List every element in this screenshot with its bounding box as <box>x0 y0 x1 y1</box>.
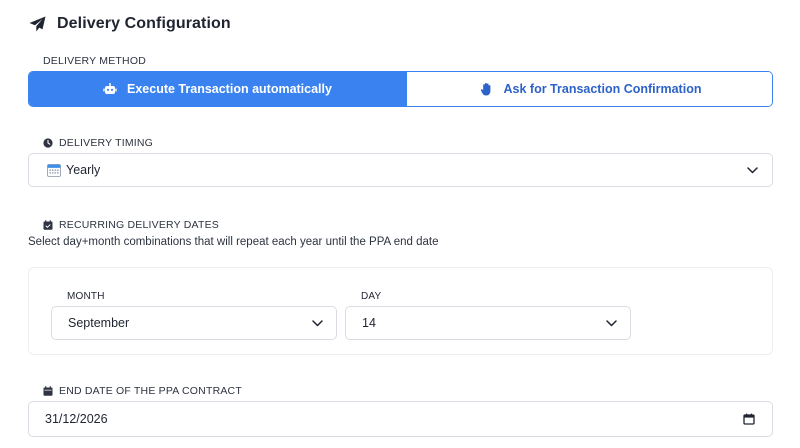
robot-icon <box>103 82 117 96</box>
recurring-dates-label: RECURRING DELIVERY DATES <box>43 219 219 231</box>
delivery-timing-label-text: DELIVERY TIMING <box>59 137 154 149</box>
chevron-down-icon <box>311 317 323 329</box>
execute-automatically-button[interactable]: Execute Transaction automatically <box>29 72 406 106</box>
hand-icon <box>480 82 494 96</box>
delivery-configuration-page: Delivery Configuration DELIVERY METHOD E… <box>0 0 800 448</box>
delivery-method-label: DELIVERY METHOD <box>43 55 146 67</box>
calendar-icon <box>43 386 53 396</box>
recurring-dates-label-text: RECURRING DELIVERY DATES <box>59 219 220 231</box>
day-select[interactable]: 14 <box>345 306 631 340</box>
execute-automatically-label: Execute Transaction automatically <box>127 82 332 96</box>
delivery-method-toggle: Execute Transaction automatically Ask fo… <box>28 71 773 107</box>
calendar-emoji-icon <box>47 163 61 177</box>
month-label: MONTH <box>67 291 105 302</box>
chevron-down-icon <box>746 164 758 176</box>
delivery-timing-label: DELIVERY TIMING <box>43 137 153 149</box>
end-date-input[interactable]: 31/12/2026 <box>28 401 773 437</box>
paper-plane-icon <box>28 15 46 33</box>
end-date-label-text: END DATE OF THE PPA CONTRACT <box>59 385 242 397</box>
recurring-helper-text: Select day+month combinations that will … <box>28 236 439 248</box>
month-value: September <box>68 316 130 330</box>
delivery-timing-value: Yearly <box>66 163 101 177</box>
delivery-timing-select[interactable]: Yearly <box>28 153 773 187</box>
calendar-picker-icon[interactable] <box>742 412 756 426</box>
chevron-down-icon <box>605 317 617 329</box>
end-date-value: 31/12/2026 <box>45 412 108 426</box>
page-header: Delivery Configuration <box>28 13 231 35</box>
delivery-method-label-text: DELIVERY METHOD <box>43 55 146 67</box>
ask-confirmation-label: Ask for Transaction Confirmation <box>503 82 702 96</box>
clock-icon <box>43 138 53 148</box>
page-title: Delivery Configuration <box>57 15 231 32</box>
day-value: 14 <box>362 316 376 330</box>
month-select[interactable]: September <box>51 306 337 340</box>
ask-confirmation-button[interactable]: Ask for Transaction Confirmation <box>406 72 772 106</box>
calendar-check-icon <box>43 220 53 230</box>
day-label: DAY <box>361 291 382 302</box>
end-date-label: END DATE OF THE PPA CONTRACT <box>43 385 242 397</box>
